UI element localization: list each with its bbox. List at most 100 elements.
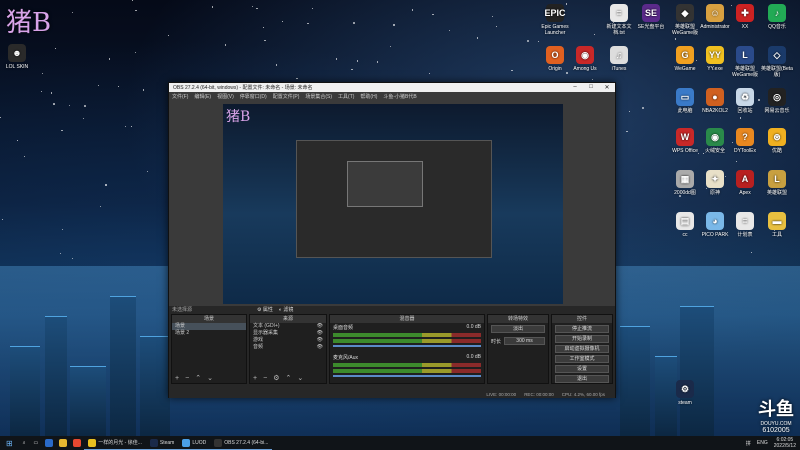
menu-item[interactable]: 帮助(H) (360, 93, 377, 100)
clock[interactable]: 6:02:05 2022/5/12 (774, 437, 796, 449)
filters-button[interactable]: ◐ 滤镜 (279, 306, 293, 314)
desktop-icon[interactable]: O Origin (538, 46, 572, 72)
app-icon: L (768, 170, 786, 188)
add-icon[interactable]: + (175, 375, 179, 382)
obs-window[interactable]: OBS 27.2.4 (64-bit, windows) - 配置文件: 未命名… (168, 82, 616, 398)
source-item[interactable]: 音频 👁 (250, 344, 326, 351)
desktop-icon[interactable]: L 英雄联盟 (760, 170, 794, 196)
down-icon[interactable]: ⌄ (297, 374, 303, 382)
taskbar-item[interactable]: LUOD (178, 436, 211, 450)
up-icon[interactable]: ⌃ (195, 374, 201, 382)
taskbar-items: 一样的月光 - 徐佳... Steam LUOD OBS 27.2.4 (64-bi.… (84, 436, 273, 450)
desktop-icon[interactable]: ✦ 原神 (698, 170, 732, 196)
stream-preview[interactable]: 猪B (223, 104, 563, 304)
source-item[interactable]: 显示器采集 👁 (250, 330, 326, 337)
desktop-icon[interactable]: YY YY.exe (698, 46, 732, 72)
desktop-icon[interactable]: ◎ 网易云音乐 (760, 88, 794, 114)
desktop-icon[interactable]: ◉ 火绒安全 (698, 128, 732, 154)
desktop-icon[interactable]: ◇ 英雄联盟(Beta版) (760, 46, 794, 78)
duration-label: 时长 (491, 338, 502, 345)
desktop-icon[interactable]: ◉ Among Us (568, 46, 602, 72)
desktop-icon[interactable]: ? DYToolEx (728, 128, 762, 154)
obs-titlebar[interactable]: OBS 27.2.4 (64-bit, windows) - 配置文件: 未命名… (169, 83, 615, 92)
scene-item[interactable]: 场景 (172, 323, 246, 330)
control-button[interactable]: 工作室模式 (555, 355, 609, 363)
remove-icon[interactable]: − (185, 375, 189, 382)
taskbar-item[interactable]: 一样的月光 - 徐佳... (84, 436, 146, 450)
transition-select[interactable]: 淡出 (491, 325, 545, 333)
windows-start-icon[interactable]: ⊞ (0, 439, 19, 448)
desktop-icon[interactable]: W WPS Office (668, 128, 702, 154)
desktop-icon[interactable]: ♫ iTunes (602, 46, 636, 72)
taskbar-item[interactable]: Steam (145, 436, 179, 450)
desktop-icon[interactable]: ☺ Administrator (698, 4, 732, 30)
close-icon[interactable]: ✕ (599, 84, 615, 91)
edge-icon[interactable] (45, 439, 54, 447)
tray-lang[interactable]: ENG (757, 440, 768, 446)
folder-icon[interactable] (59, 439, 68, 447)
gear-icon[interactable]: ⚙ (273, 374, 279, 382)
search-icon[interactable]: ⌕ (19, 440, 30, 446)
desktop-icon[interactable]: ≡ 计划表 (728, 212, 762, 238)
menu-item[interactable]: 文件(F) (172, 93, 188, 100)
visibility-icon[interactable]: 👁 (317, 330, 323, 337)
menu-item[interactable]: 停靠窗口(D) (240, 93, 267, 100)
star (393, 24, 395, 26)
desktop-icon-label: YY.exe (707, 66, 723, 72)
desktop-icon[interactable]: ✚ XX (728, 4, 762, 30)
remove-icon[interactable]: − (263, 375, 267, 382)
add-icon[interactable]: + (253, 375, 257, 382)
maximize-icon[interactable]: □ (583, 84, 599, 91)
desktop-icon[interactable]: ⊛ 优酷 (760, 128, 794, 154)
visibility-icon[interactable]: 👁 (317, 337, 323, 344)
menu-item[interactable]: 场景集合(S) (305, 93, 332, 100)
desktop-icon[interactable]: L 英雄联盟WeGame版 (728, 46, 762, 78)
source-item[interactable]: 游戏 👁 (250, 337, 326, 344)
desktop-icon[interactable]: EPIC Epic Games Launcher (538, 4, 572, 36)
desktop-icon[interactable]: ▬ 工具 (760, 212, 794, 238)
control-button[interactable]: 开始录制 (555, 335, 609, 343)
desktop-icon[interactable]: ◆ 英雄联盟WeGame版 (668, 4, 702, 36)
tray-ime[interactable]: 拼 (746, 440, 751, 447)
menu-item[interactable]: 视图(V) (217, 93, 234, 100)
volume-slider[interactable] (333, 375, 481, 377)
desktop-icon[interactable]: ● NBA2KOL2 (698, 88, 732, 114)
star (376, 61, 379, 64)
taskbar-item[interactable]: OBS 27.2.4 (64-bi... (210, 436, 273, 450)
desktop-icon[interactable]: ⚙ steam (668, 380, 702, 406)
source-item[interactable]: 文本 (GDI+) 👁 (250, 323, 326, 330)
visibility-icon[interactable]: 👁 (317, 344, 323, 351)
star (335, 58, 337, 60)
control-button[interactable]: 设置 (555, 365, 609, 373)
visibility-icon[interactable]: 👁 (317, 323, 323, 330)
desktop-icon[interactable]: G WeGame (668, 46, 702, 72)
duration-input[interactable]: 300 ms (504, 337, 545, 345)
desktop-icon[interactable]: ▭ 此电脑 (668, 88, 702, 114)
menu-item[interactable]: 编辑(E) (194, 93, 211, 100)
desktop-icon[interactable]: ▦ 2000dd图 (668, 170, 702, 196)
desktop-icon[interactable]: ▤ cc (668, 212, 702, 238)
douyu-room: 6102005 (762, 427, 790, 434)
menu-item[interactable]: 斗鱼-小猪B代B (383, 93, 416, 100)
down-icon[interactable]: ⌄ (207, 374, 213, 382)
chrome-icon[interactable] (73, 439, 82, 447)
task-view-icon[interactable]: ▭ (30, 440, 43, 446)
desktop-icon[interactable]: ≡ 新建文本文档.txt (602, 4, 636, 36)
properties-button[interactable]: ⚙ 属性 (257, 306, 273, 314)
control-button[interactable]: 退出 (555, 375, 609, 383)
desktop-icon[interactable]: ♪ QQ音乐 (760, 4, 794, 30)
desktop-icon[interactable]: ☻ LOL SKIN (0, 44, 34, 70)
menu-item[interactable]: 配置文件(P) (273, 93, 300, 100)
control-button[interactable]: 启动虚拟摄像机 (555, 345, 609, 353)
desktop-icon[interactable]: ♻ 回收站 (728, 88, 762, 114)
minimize-icon[interactable]: – (567, 84, 583, 91)
desktop-icon[interactable]: A Apex (728, 170, 762, 196)
volume-slider[interactable] (333, 345, 481, 347)
scene-item[interactable]: 场景 2 (172, 330, 246, 337)
menu-item[interactable]: 工具(T) (338, 93, 354, 100)
star (262, 26, 264, 28)
desktop-icon[interactable]: ◕ PICO PARK (698, 212, 732, 238)
desktop-icon[interactable]: SE SE光盘平台 (634, 4, 668, 30)
control-button[interactable]: 停止推流 (555, 325, 609, 333)
up-icon[interactable]: ⌃ (285, 374, 291, 382)
